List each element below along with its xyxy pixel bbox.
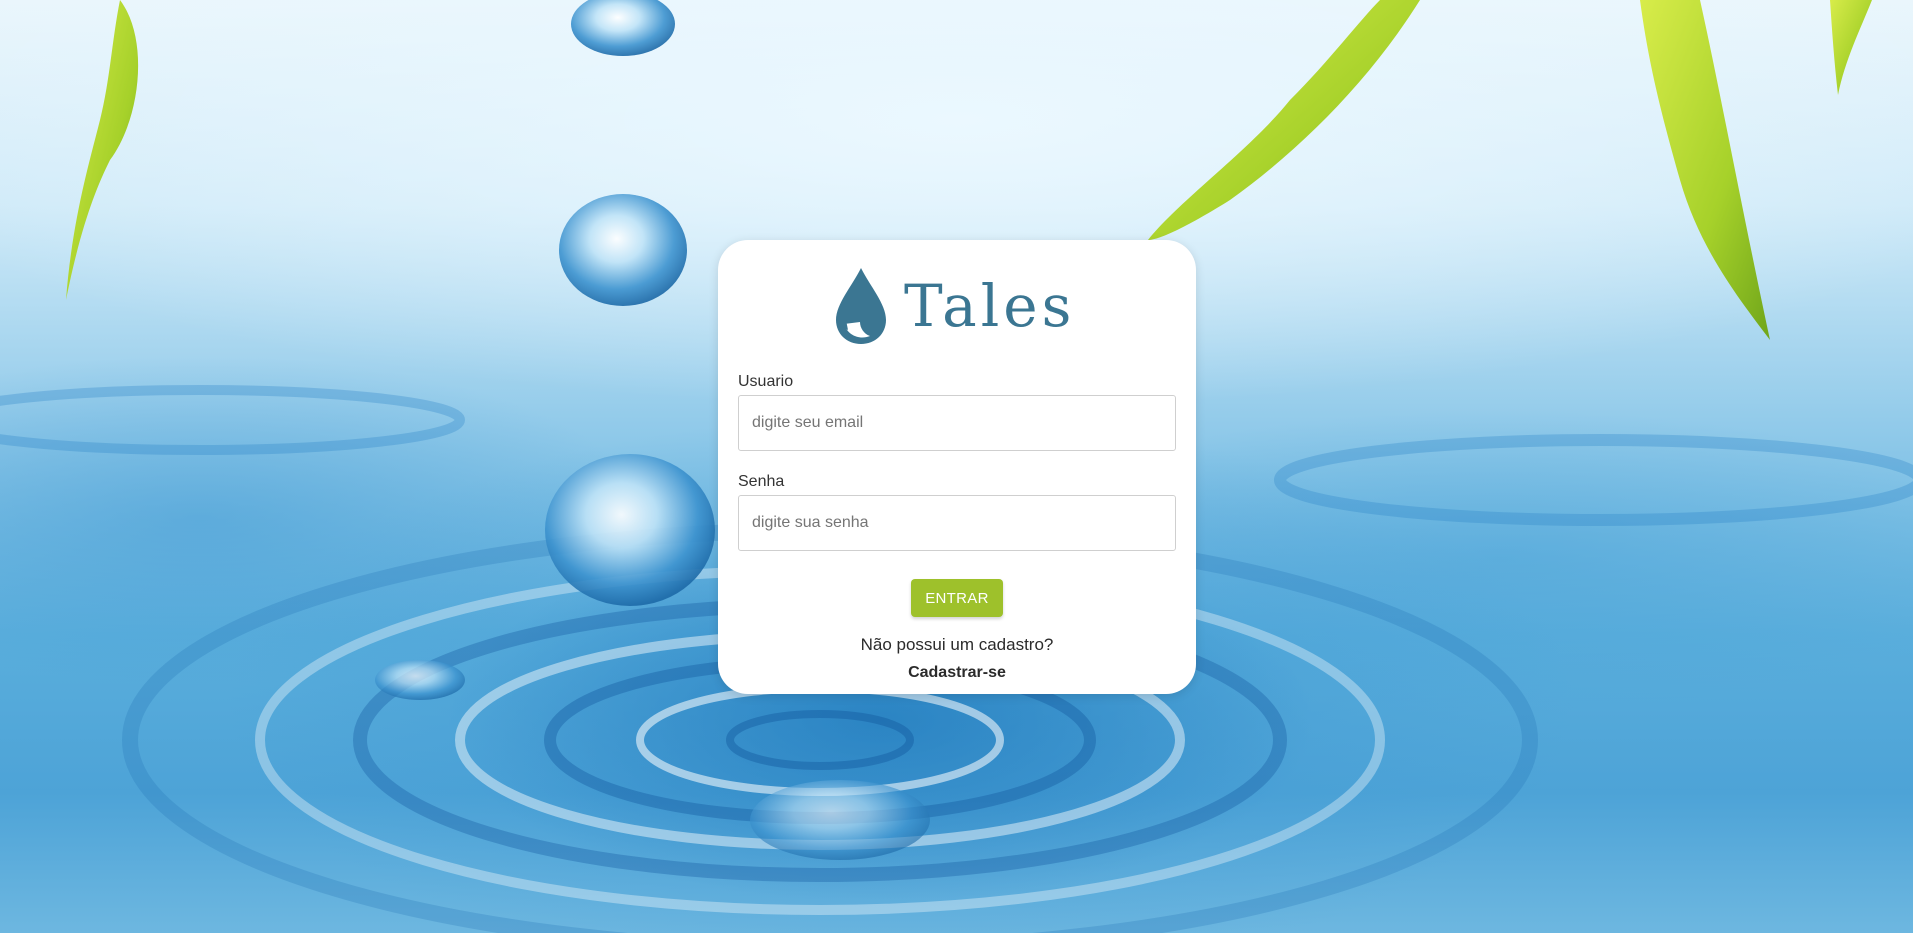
username-input[interactable] — [738, 395, 1176, 451]
ripple-ring — [726, 710, 914, 770]
no-account-text: Não possui um cadastro? — [860, 635, 1054, 654]
leaf — [1148, 0, 1420, 240]
ripple-ring — [0, 385, 465, 455]
water-drop — [375, 660, 465, 700]
password-label: Senha — [738, 473, 785, 490]
water-drop — [750, 780, 930, 860]
water-drop — [559, 194, 687, 306]
water-drop — [571, 0, 675, 56]
username-label: Usuario — [738, 373, 794, 390]
login-card: Tales Usuario Senha ENTRAR Não possui um… — [718, 240, 1196, 694]
leaf — [1830, 0, 1872, 95]
register-link[interactable]: Cadastrar-se — [718, 664, 1196, 682]
brand-logo: Tales — [830, 264, 1090, 348]
ripple-ring — [636, 684, 1004, 796]
brand-name: Tales — [904, 272, 1076, 340]
ripple-ring — [1274, 434, 1913, 526]
password-input[interactable] — [738, 495, 1176, 551]
login-button[interactable]: ENTRAR — [911, 579, 1003, 617]
water-drop-logo-icon — [836, 268, 886, 344]
leaf — [1640, 0, 1770, 340]
leaf — [66, 0, 139, 300]
water-drop — [545, 454, 715, 606]
